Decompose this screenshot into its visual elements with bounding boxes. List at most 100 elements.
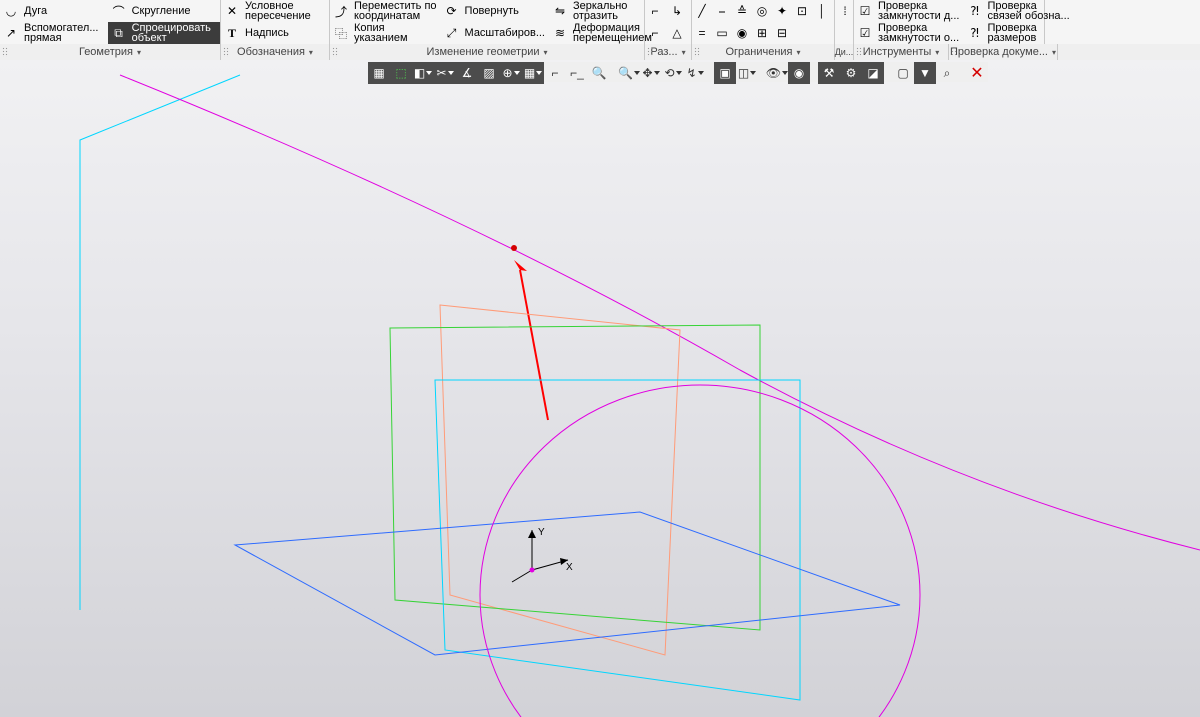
btn-check-dim[interactable]: ⁈ Проверкаразмеров — [963, 22, 1073, 44]
plane-cyan — [435, 380, 800, 700]
cat-constraints[interactable]: Ограничения▾ — [692, 44, 835, 60]
btn-con5[interactable]: ✦ — [772, 0, 792, 22]
btn-con6[interactable]: ⊡ — [792, 0, 812, 22]
btn-con9[interactable]: ▭ — [712, 22, 732, 44]
dim-icon-1: ⌐ — [646, 2, 664, 20]
btn-con7[interactable]: │ — [812, 0, 832, 22]
btn-con3[interactable]: ≙ — [732, 0, 752, 22]
tb-angle-icon[interactable]: ∡ — [456, 62, 478, 84]
btn-con2[interactable]: ⎯ — [712, 0, 732, 22]
tb-eye-icon[interactable]: 👁 — [766, 62, 788, 84]
btn-arc[interactable]: ◡ Дуга — [0, 0, 108, 22]
btn-check-closed-o[interactable]: ☑ Проверказамкнутости о... — [854, 22, 963, 44]
tb-zoom-icon[interactable]: 🔍 — [588, 62, 610, 84]
mirror-icon: ⇋ — [551, 2, 569, 20]
btn-con11[interactable]: ⊞ — [752, 22, 772, 44]
tb-ucs-icon[interactable]: ↯ — [684, 62, 706, 84]
btn-fillet[interactable]: ⌒ Скругление — [108, 0, 220, 22]
btn-diag[interactable]: ⁞ — [835, 0, 855, 22]
tb-hatch-icon[interactable]: ▨ — [478, 62, 500, 84]
constraint-icon-6: ⊡ — [793, 2, 811, 20]
constraint-icon-7: │ — [813, 2, 831, 20]
tb-filter3-icon[interactable]: ⌕ — [936, 62, 958, 84]
btn-scale[interactable]: ⤢ Масштабиров... — [441, 22, 549, 44]
btn-aux-line[interactable]: ↗ Вспомогател... прямая — [0, 22, 108, 44]
btn-con8[interactable]: = — [692, 22, 712, 44]
group-check: ☑ Проверказамкнутости д... ☑ Проверказам… — [854, 0, 1045, 44]
btn-check-annot[interactable]: ⁈ Проверкасвязей обозна... — [963, 0, 1073, 22]
cat-annotations[interactable]: Обозначения▾ — [221, 44, 330, 60]
btn-cond-intersection[interactable]: ✕ Условноепересечение — [221, 0, 329, 22]
scene-3d: Y X — [0, 60, 1200, 717]
btn-project-object[interactable]: ⧉ Спроецироватьобъект — [108, 22, 220, 44]
tb-trim-icon[interactable]: ✂ — [434, 62, 456, 84]
cat-tools[interactable]: Инструменты▾ — [854, 44, 949, 60]
viewport[interactable]: Y X — [0, 60, 1200, 717]
btn-check-dim-label: Проверкаразмеров — [987, 23, 1036, 44]
tb-filter1-icon[interactable]: ▢ — [892, 62, 914, 84]
cond-inter-icon: ✕ — [223, 2, 241, 20]
btn-project-label: Спроецироватьобъект — [132, 23, 211, 44]
btn-dim1[interactable]: ⌐ — [645, 0, 667, 22]
tb-target-icon[interactable]: ⊕ — [500, 62, 522, 84]
tb-box1-icon[interactable]: ▣ — [714, 62, 736, 84]
tb-box2-icon[interactable]: ◫ — [736, 62, 758, 84]
cat-doc-check[interactable]: Проверка докуме...▾ — [949, 44, 1058, 60]
btn-mirror-label: Зеркальноотразить — [573, 1, 627, 22]
tb-zoom2-icon[interactable]: 🔍 — [618, 62, 640, 84]
tb-tool1-icon[interactable]: ⚒ — [818, 62, 840, 84]
btn-mirror[interactable]: ⇋ Зеркальноотразить — [549, 0, 656, 22]
tb-step-icon[interactable]: ⌐_ — [566, 62, 588, 84]
btn-move-coords[interactable]: ⤴ Переместить покоординатам — [330, 0, 441, 22]
rotate-icon: ⟳ — [443, 2, 461, 20]
cat-edit-geometry[interactable]: Изменение геометрии▾ — [330, 44, 645, 60]
tb-rotate-view-icon[interactable]: ⟲ — [662, 62, 684, 84]
btn-dim2[interactable]: ↳ — [667, 0, 689, 22]
tb-eraser-icon[interactable]: ◧ — [412, 62, 434, 84]
cat-raz[interactable]: Раз...▾ — [645, 44, 692, 60]
normal-arrow-head — [514, 260, 527, 271]
btn-rotate-label: Повернуть — [465, 6, 519, 17]
btn-check-closed-d[interactable]: ☑ Проверказамкнутости д... — [854, 0, 963, 22]
constraint-icon-5: ✦ — [773, 2, 791, 20]
origin-point — [530, 568, 535, 573]
btn-check-d-label: Проверказамкнутости д... — [878, 1, 959, 22]
tb-snap1-icon[interactable]: ⬚ — [390, 62, 412, 84]
check-dim-icon: ⁈ — [965, 24, 983, 42]
group-constraints: ╱ ⎯ ≙ ◎ ✦ ⊡ │ = ▭ ◉ ⊞ ⊟ — [692, 0, 835, 44]
tb-tool2-icon[interactable]: ⚙ — [840, 62, 862, 84]
tb-filter2-icon[interactable]: ▼ — [914, 62, 936, 84]
tb-ortho-icon[interactable]: ⌐ — [544, 62, 566, 84]
move-coords-icon: ⤴ — [332, 2, 350, 20]
btn-rotate[interactable]: ⟳ Повернуть — [441, 0, 549, 22]
btn-dim3[interactable]: ⌐ — [645, 22, 667, 44]
btn-deform-label: Деформацияперемещением — [573, 23, 652, 44]
tb-tool3-icon[interactable]: ◪ — [862, 62, 884, 84]
tb-grid2-icon[interactable]: ▦ — [522, 62, 544, 84]
group-edit-geometry: ⤴ Переместить покоординатам ⿻ Копияуказа… — [330, 0, 645, 44]
btn-copy-pointer[interactable]: ⿻ Копияуказанием — [330, 22, 441, 44]
tb-close-icon[interactable]: ✕ — [966, 62, 988, 84]
cat-geometry[interactable]: Геометрия▾ — [0, 44, 221, 60]
btn-con12[interactable]: ⊟ — [772, 22, 792, 44]
group-diag: ⁞ — [835, 0, 854, 44]
tb-cam-icon[interactable]: ◉ — [788, 62, 810, 84]
axis-y-label: Y — [538, 527, 545, 538]
cat-di[interactable]: Ди... — [835, 44, 854, 60]
btn-scale-label: Масштабиров... — [465, 28, 545, 39]
copy-icon: ⿻ — [332, 24, 350, 42]
fillet-icon: ⌒ — [110, 2, 128, 20]
btn-text-label: Надпись — [245, 28, 289, 39]
check-d-icon: ☑ — [856, 2, 874, 20]
tb-pan-icon[interactable]: ✥ — [640, 62, 662, 84]
aux-line-icon: ↗ — [2, 24, 20, 42]
btn-dim4[interactable]: △ — [667, 22, 689, 44]
btn-con4[interactable]: ◎ — [752, 0, 772, 22]
btn-con1[interactable]: ╱ — [692, 0, 712, 22]
tb-grid-icon[interactable]: ▦ — [368, 62, 390, 84]
normal-arrow-line — [520, 270, 548, 420]
btn-con10[interactable]: ◉ — [732, 22, 752, 44]
circle-magenta — [480, 385, 920, 717]
btn-deform[interactable]: ≋ Деформацияперемещением — [549, 22, 656, 44]
btn-text[interactable]: T Надпись — [221, 22, 329, 44]
